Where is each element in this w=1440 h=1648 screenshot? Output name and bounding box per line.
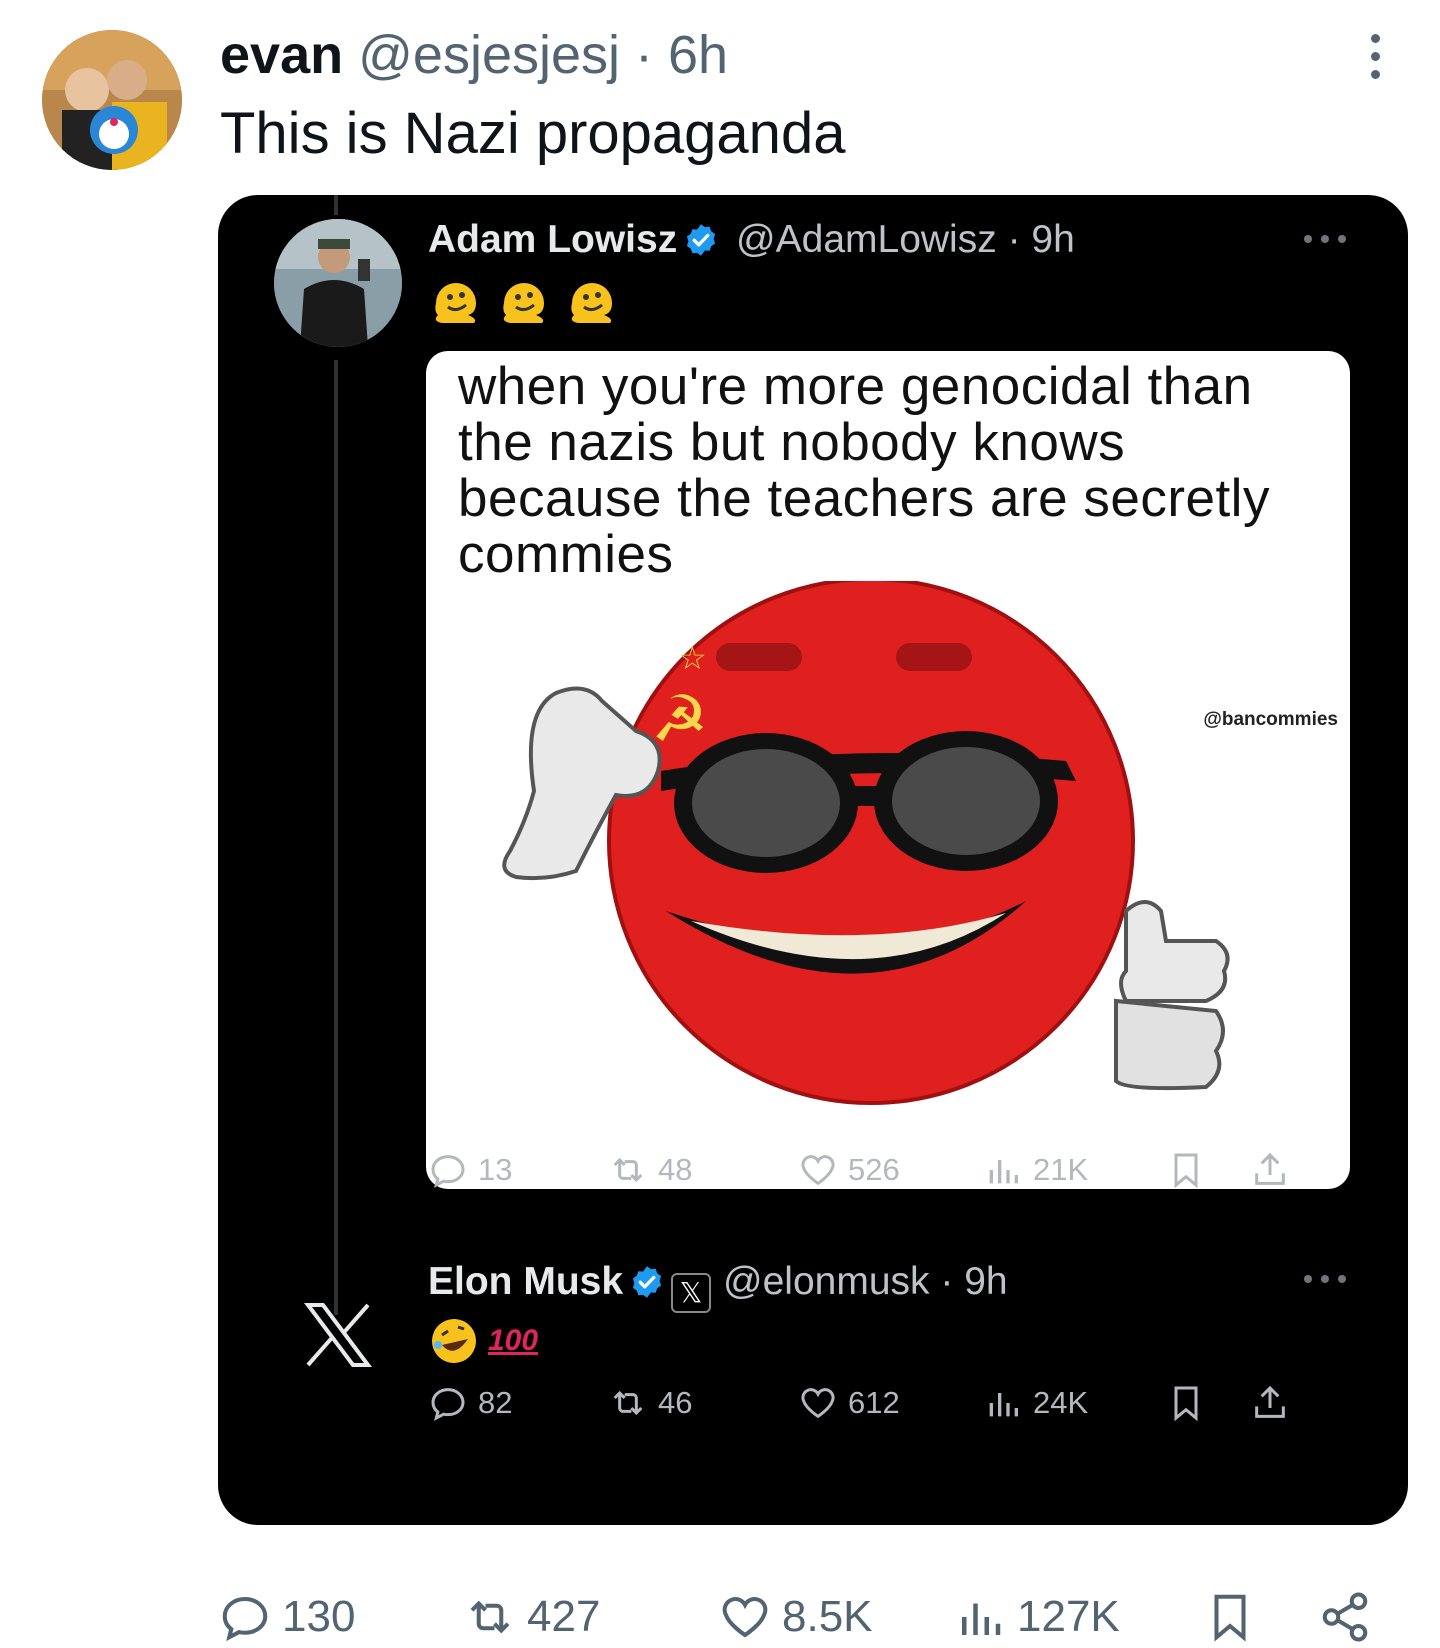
attached-image[interactable]: Adam Lowisz @AdamLowisz · 9h when you're…	[218, 195, 1408, 1525]
repost-button: 48	[608, 1150, 692, 1190]
view-count: 24K	[1033, 1385, 1089, 1420]
like-icon	[722, 1597, 768, 1638]
like-button: 612	[798, 1383, 900, 1423]
bookmark-button[interactable]	[1203, 1590, 1257, 1644]
reply-icon	[431, 1388, 465, 1421]
verified-icon	[687, 224, 716, 256]
thread-line	[334, 195, 338, 215]
share-button[interactable]	[1318, 1590, 1372, 1644]
like-icon	[801, 1388, 835, 1419]
melting-face-icon	[503, 283, 544, 323]
bookmark-icon	[1174, 1386, 1198, 1422]
quoted-author-name: Adam Lowisz	[428, 218, 678, 261]
reply-author-handle: @elonmusk	[723, 1260, 930, 1303]
svg-text:☆: ☆	[678, 639, 707, 677]
share-icon	[1255, 1152, 1285, 1185]
more-icon[interactable]	[1360, 34, 1390, 84]
share-button	[1250, 1383, 1290, 1423]
like-count: 612	[848, 1385, 900, 1420]
melting-face-icon	[435, 283, 476, 323]
like-count: 8.5K	[782, 1592, 873, 1641]
reply-action-bar: 82 46 612 24K	[428, 1383, 1348, 1433]
tweet-text: This is Nazi propaganda	[220, 101, 846, 166]
reply-count: 130	[282, 1592, 356, 1641]
repost-icon	[470, 1600, 510, 1634]
repost-count: 46	[658, 1385, 693, 1420]
like-icon	[801, 1155, 835, 1186]
affiliate-badge: 𝕏	[671, 1273, 712, 1313]
hundred-emoji: 100	[488, 1324, 539, 1357]
svg-text:☭: ☭	[651, 683, 708, 757]
reply-icon	[222, 1596, 268, 1642]
repost-count: 48	[658, 1152, 693, 1187]
views-button[interactable]: 127K	[953, 1590, 1120, 1644]
reply-button: 82	[428, 1383, 512, 1423]
views-icon	[962, 1603, 1001, 1635]
more-icon	[1304, 1275, 1346, 1285]
author-avatar[interactable]	[42, 30, 182, 170]
repost-button[interactable]: 427	[463, 1590, 600, 1644]
share-button	[1250, 1150, 1290, 1190]
author-name[interactable]: evan	[220, 25, 343, 85]
author-handle[interactable]: @esjesjesj	[358, 25, 620, 85]
view-count: 127K	[1017, 1592, 1120, 1641]
repost-icon	[613, 1157, 643, 1183]
bookmark-icon	[1174, 1153, 1198, 1189]
reply-icon	[431, 1155, 465, 1188]
repost-button: 46	[608, 1383, 692, 1423]
reply-emojis: 100	[428, 1313, 538, 1369]
quoted-author-handle: @AdamLowisz	[736, 218, 997, 261]
bookmark-button	[1166, 1150, 1206, 1190]
reply-count: 13	[478, 1152, 513, 1187]
thread-line	[334, 360, 338, 1315]
tweet-time[interactable]: · 6h	[635, 25, 728, 85]
reply-header: Elon Musk 𝕏 @elonmusk · 9h	[428, 1257, 1008, 1313]
repost-count: 427	[527, 1592, 601, 1641]
share-icon	[1322, 1592, 1368, 1642]
communist-ball-illustration: ☆ ☭	[502, 581, 1230, 1105]
like-button[interactable]: 8.5K	[718, 1590, 873, 1644]
bookmark-button	[1166, 1383, 1206, 1423]
quoted-author-avatar	[274, 219, 402, 347]
tweet-action-bar: 130 427 8.5K 127K	[218, 1590, 1398, 1648]
verified-icon	[632, 1266, 662, 1298]
tweet-header: evan @esjesjesj · 6h	[220, 22, 728, 88]
quoted-action-bar: 13 48 526 21K	[428, 1150, 1348, 1200]
x-logo-icon	[304, 1303, 372, 1367]
reply-button[interactable]: 130	[218, 1590, 355, 1644]
meme-image: when you're more genocidal than the nazi…	[426, 351, 1350, 1189]
like-count: 526	[848, 1152, 900, 1187]
views-icon	[989, 1393, 1018, 1417]
melting-face-icon	[571, 283, 612, 323]
meme-caption: when you're more genocidal than the nazi…	[458, 357, 1270, 584]
bookmark-icon	[1214, 1594, 1246, 1642]
view-count: 21K	[1033, 1152, 1089, 1187]
share-icon	[1255, 1385, 1285, 1418]
reply-time: · 9h	[940, 1260, 1008, 1303]
reply-author-name: Elon Musk	[428, 1260, 624, 1303]
melting-face-emojis	[428, 273, 620, 333]
views-button: 21K	[983, 1150, 1088, 1190]
quoted-header: Adam Lowisz @AdamLowisz · 9h	[428, 215, 1075, 265]
more-icon	[1304, 235, 1346, 245]
quoted-time: · 9h	[1007, 218, 1075, 261]
laughing-emoji-icon	[432, 1319, 476, 1363]
repost-icon	[613, 1390, 643, 1416]
views-icon	[989, 1160, 1018, 1184]
views-button: 24K	[983, 1383, 1088, 1423]
reply-count: 82	[478, 1385, 513, 1420]
like-button: 526	[798, 1150, 900, 1190]
reply-button: 13	[428, 1150, 512, 1190]
